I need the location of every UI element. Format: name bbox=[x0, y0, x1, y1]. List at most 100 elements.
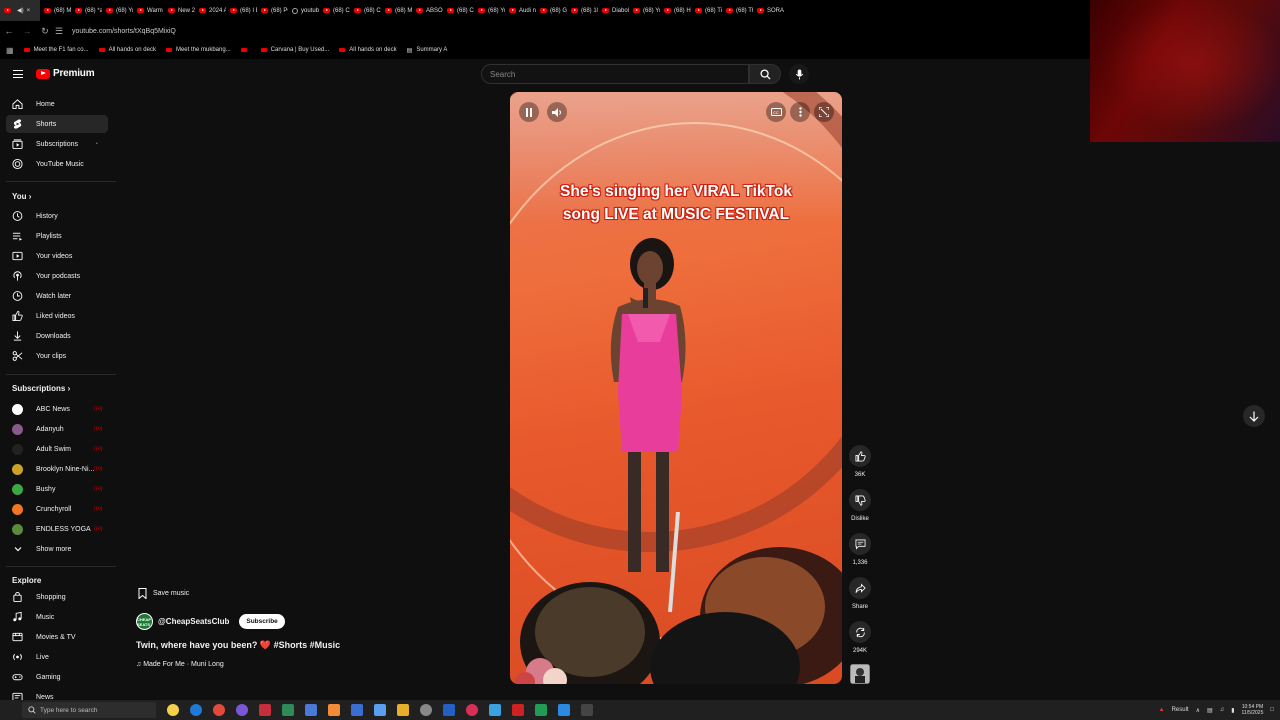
browser-tab[interactable]: youtub bbox=[288, 0, 319, 21]
notifications-icon[interactable]: □ bbox=[1270, 707, 1274, 713]
sidebar-item-your-videos[interactable]: Your videos bbox=[6, 247, 108, 265]
browser-tab[interactable]: (68) Cr bbox=[319, 0, 350, 21]
remix-action[interactable]: 294K bbox=[846, 621, 874, 654]
share-button[interactable] bbox=[849, 577, 871, 599]
browser-tab[interactable]: (68) Th bbox=[722, 0, 753, 21]
next-short-button[interactable] bbox=[1243, 405, 1265, 427]
mail-icon[interactable] bbox=[374, 704, 386, 716]
more-options-button[interactable] bbox=[790, 102, 810, 122]
app-icon-blue[interactable] bbox=[305, 704, 317, 716]
opera-icon[interactable] bbox=[259, 704, 271, 716]
browser-tab[interactable]: 2024 A bbox=[195, 0, 226, 21]
bookmark-item[interactable]: Carvana | Buy Used... bbox=[260, 47, 329, 53]
dislike-button[interactable] bbox=[849, 489, 871, 511]
sidebar-item-home[interactable]: Home bbox=[6, 95, 108, 113]
browser-tab[interactable]: (68) Yo bbox=[102, 0, 133, 21]
sidebar-item-shopping[interactable]: Shopping bbox=[6, 588, 108, 606]
sidebar-item-movies-tv[interactable]: Movies & TV bbox=[6, 628, 108, 646]
browser-tab[interactable]: Audi n bbox=[505, 0, 536, 21]
browser-tab[interactable]: (68) 10 bbox=[567, 0, 598, 21]
sidebar-item-youtube-music[interactable]: YouTube Music bbox=[6, 155, 108, 173]
sidebar-item-bushy[interactable]: Bushy ((•)) bbox=[6, 480, 108, 498]
back-icon[interactable]: ← bbox=[0, 26, 18, 36]
sidebar-item-brooklyn-nine-ni[interactable]: Brooklyn Nine-Ni... ((•)) bbox=[6, 460, 108, 478]
edge-icon[interactable] bbox=[190, 704, 202, 716]
file-explorer-icon[interactable] bbox=[397, 704, 409, 716]
sidebar-item-your-podcasts[interactable]: Your podcasts bbox=[6, 267, 108, 285]
app-icon-navy[interactable] bbox=[443, 704, 455, 716]
excel-icon[interactable] bbox=[535, 704, 547, 716]
bookmark-item[interactable] bbox=[240, 48, 251, 52]
bookmark-item[interactable]: ▤ Summary A bbox=[407, 47, 448, 54]
video-title[interactable]: Twin, where have you been? ❤️ #Shorts #M… bbox=[136, 640, 340, 651]
browser-tab[interactable]: ABSOL bbox=[412, 0, 443, 21]
volume-icon[interactable]: ♫ bbox=[1220, 707, 1225, 713]
battery-icon[interactable]: ▮ bbox=[1231, 707, 1234, 714]
sidebar-item-playlists[interactable]: Playlists bbox=[6, 227, 108, 245]
settings-icon[interactable] bbox=[420, 704, 432, 716]
bookmark-item[interactable]: All hands on deck bbox=[98, 47, 156, 53]
sound-thumbnail[interactable] bbox=[850, 664, 870, 684]
app-icon-pink[interactable] bbox=[466, 704, 478, 716]
url-field[interactable]: youtube.com/shorts/tXqBq5MixiQ bbox=[72, 28, 176, 35]
sidebar-item-adult-swim[interactable]: Adult Swim ((•)) bbox=[6, 440, 108, 458]
menu-icon[interactable] bbox=[13, 70, 23, 78]
browser-tab[interactable]: Warm bbox=[133, 0, 164, 21]
song-link[interactable]: ♫ Made For Me · Muni Long bbox=[136, 661, 224, 668]
clock[interactable]: 10:54 PM 11/5/2025 bbox=[1242, 704, 1264, 716]
app-icon-green[interactable] bbox=[282, 704, 294, 716]
app-icon-red[interactable] bbox=[512, 704, 524, 716]
sidebar-item-your-clips[interactable]: Your clips bbox=[6, 347, 108, 365]
audio-playing-icon[interactable]: ◀) bbox=[17, 7, 24, 14]
browser-tab[interactable]: Diaboli bbox=[598, 0, 629, 21]
tray-app-icon[interactable]: ▲ bbox=[1159, 707, 1165, 713]
search-input[interactable]: Search bbox=[481, 64, 749, 84]
browser-tab[interactable]: New 2l bbox=[164, 0, 195, 21]
bookmark-item[interactable]: All hands on deck bbox=[339, 47, 397, 53]
sidebar-item-shorts[interactable]: Shorts bbox=[6, 115, 108, 133]
like-button[interactable] bbox=[849, 445, 871, 467]
app-icon-purple[interactable] bbox=[236, 704, 248, 716]
browser-tab[interactable]: (68) Ti bbox=[691, 0, 722, 21]
sidebar-item-history[interactable]: History bbox=[6, 207, 108, 225]
bookmark-item[interactable]: Meet the F1 fan co... bbox=[23, 47, 89, 53]
share-action[interactable]: Share bbox=[846, 577, 874, 610]
browser-tab[interactable]: (68) *a bbox=[71, 0, 102, 21]
browser-tab[interactable]: (68) Gl bbox=[536, 0, 567, 21]
fullscreen-button[interactable] bbox=[814, 102, 834, 122]
browser-tab[interactable]: SORA bbox=[753, 0, 784, 21]
reload-icon[interactable]: ↻ bbox=[36, 26, 54, 37]
browser-tab[interactable]: (68) Yo bbox=[474, 0, 505, 21]
sidebar-item-crunchyroll[interactable]: Crunchyroll ((•)) bbox=[6, 500, 108, 518]
browser-tab[interactable]: (68) PC bbox=[257, 0, 288, 21]
dislike-action[interactable]: Dislike bbox=[846, 489, 874, 522]
app-icon-lightblue[interactable] bbox=[489, 704, 501, 716]
like-action[interactable]: 36K bbox=[846, 445, 874, 478]
youtube-premium-logo[interactable]: Premium bbox=[36, 68, 95, 79]
bookmark-item[interactable]: Meet the mukbang... bbox=[165, 47, 231, 53]
site-info-icon[interactable]: ☰ bbox=[54, 26, 64, 37]
sidebar-item-subscriptions[interactable]: Subscriptions • bbox=[6, 135, 108, 153]
voice-search-button[interactable] bbox=[789, 64, 809, 84]
app-icon-gray[interactable] bbox=[581, 704, 593, 716]
browser-tab[interactable]: ◀) × bbox=[0, 0, 40, 21]
store-icon[interactable] bbox=[351, 704, 363, 716]
tray-chevron-icon[interactable]: ∧ bbox=[1196, 707, 1200, 714]
browser-tab[interactable]: (68) M bbox=[40, 0, 71, 21]
channel-avatar[interactable]: CHEAP SEATS bbox=[136, 613, 153, 630]
sidebar-item-abc-news[interactable]: ABC News ((•)) bbox=[6, 400, 108, 418]
browser-tab[interactable]: (68) Yo bbox=[629, 0, 660, 21]
sidebar-section-heading[interactable]: Explore bbox=[12, 576, 41, 585]
chrome-icon[interactable] bbox=[213, 704, 225, 716]
subscribe-button[interactable]: Subscribe bbox=[239, 614, 285, 629]
tray-label[interactable]: Result bbox=[1172, 707, 1189, 713]
browser-tab[interactable]: (68) Cr bbox=[350, 0, 381, 21]
save-music-button[interactable]: Save music bbox=[138, 588, 189, 599]
browser-tab[interactable]: (68) He bbox=[660, 0, 691, 21]
comments-action[interactable]: 1,336 bbox=[846, 533, 874, 566]
copilot-icon[interactable] bbox=[167, 704, 179, 716]
captions-button[interactable]: CC bbox=[766, 102, 786, 122]
remix-button[interactable] bbox=[849, 621, 871, 643]
browser-tab[interactable]: (68) Cc bbox=[443, 0, 474, 21]
sidebar-item-endless-yoga[interactable]: ENDLESS YOGA ((•)) bbox=[6, 520, 108, 538]
